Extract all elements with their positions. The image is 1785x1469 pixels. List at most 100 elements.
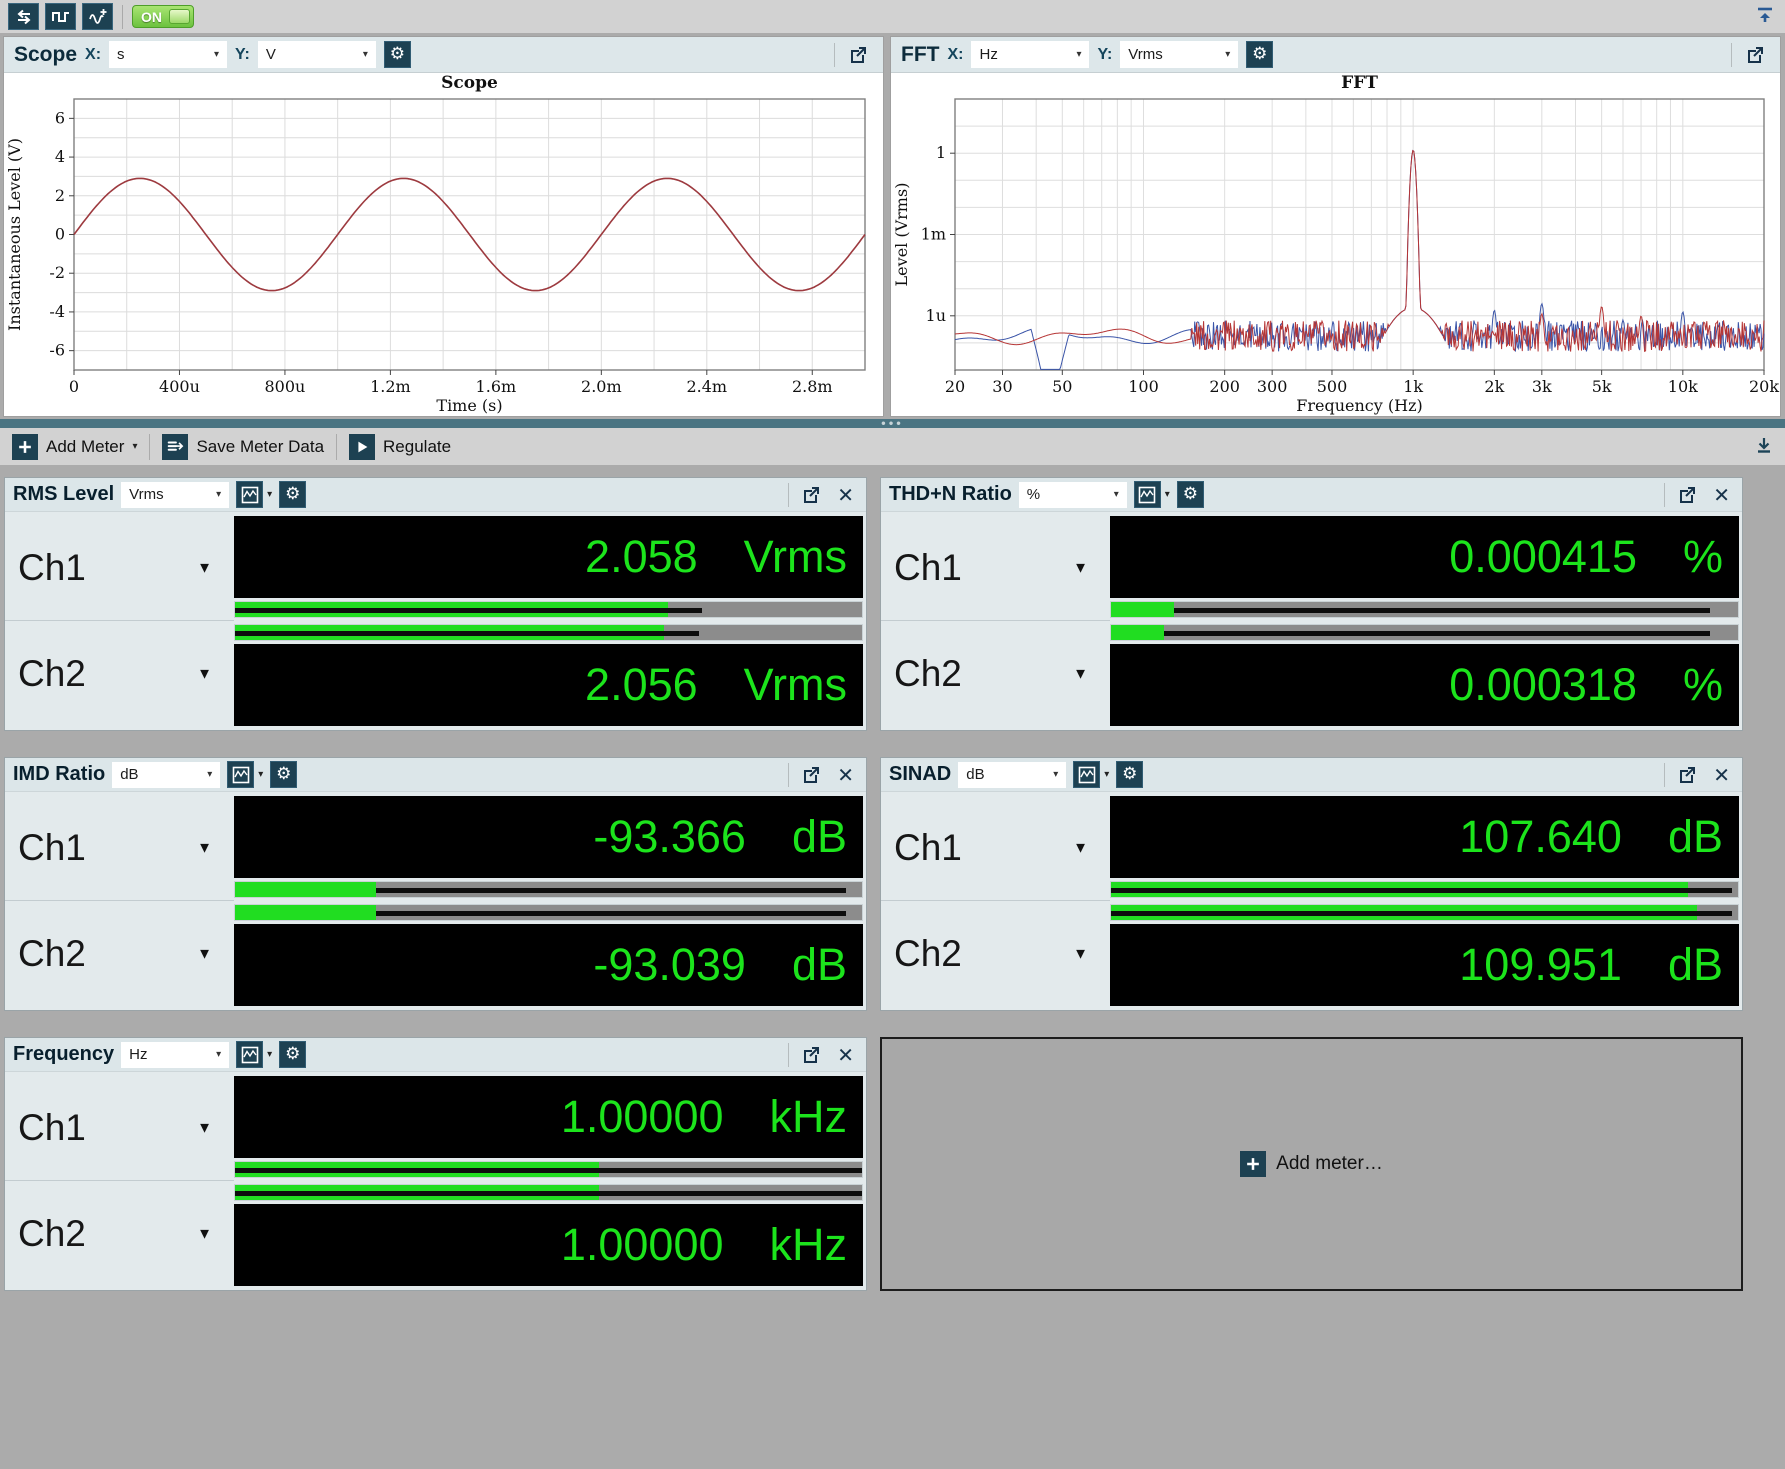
meter-settings-button[interactable]: ⚙ — [279, 481, 307, 508]
channel-2-selector[interactable]: Ch2 ▼ — [881, 901, 1110, 1006]
meter-unit-value: dB — [966, 766, 985, 783]
fft-chart: 20 30 50 100 200 300 500 1k 2k 3k 5k 10k 20k 1 1m 1u FFT… — [892, 73, 1779, 415]
channel-1-selector[interactable]: Ch1 ▼ — [881, 796, 1110, 901]
channel-2-unit: dB — [791, 939, 847, 990]
channel-1-selector[interactable]: Ch1 ▼ — [5, 516, 234, 621]
scope-popout-button[interactable] — [843, 44, 873, 66]
scope-x-unit-select[interactable]: s ▾ — [109, 41, 228, 68]
bar-peak-stripe — [235, 1191, 862, 1196]
svg-text:100: 100 — [1128, 377, 1159, 396]
scope-y-unit-select[interactable]: V ▾ — [257, 41, 376, 68]
on-off-toggle[interactable]: ON — [132, 5, 194, 28]
meter-body: Ch1 ▼ 0.000415 % Ch2 ▼ 0.000318 % — [881, 512, 1742, 730]
channel-1-display: 2.058 Vrms — [234, 516, 863, 598]
meter-chart-button[interactable] — [236, 1041, 264, 1068]
meter-title: SINAD — [889, 763, 952, 785]
meter-close-button[interactable]: ✕ — [833, 485, 858, 505]
meter-popout-button[interactable] — [1672, 764, 1702, 786]
add-meter-button[interactable]: Add Meter ▾ — [9, 433, 140, 460]
add-meter-placeholder[interactable]: Add meter… — [880, 1037, 1743, 1291]
bar-peak-stripe — [1164, 631, 1710, 636]
collapse-panel-button[interactable] — [1753, 3, 1777, 30]
fft-popout-button[interactable] — [1740, 44, 1770, 66]
meter-close-button[interactable]: ✕ — [833, 1045, 858, 1065]
channel-2-display: 2.056 Vrms — [234, 644, 863, 726]
meter-popout-button[interactable] — [796, 764, 826, 786]
meter-settings-button[interactable]: ⚙ — [1176, 481, 1204, 508]
channel-1-unit: Vrms — [743, 531, 847, 582]
gear-icon: ⚙ — [1122, 764, 1138, 784]
chart-options-arrow[interactable]: ▾ — [1104, 769, 1109, 780]
channel-1-selector[interactable]: Ch1 ▼ — [5, 1076, 234, 1181]
channel-2-display: 109.951 dB — [1110, 924, 1739, 1006]
popout-icon — [1680, 766, 1696, 783]
meter-settings-button[interactable]: ⚙ — [1116, 761, 1144, 788]
popout-icon — [804, 486, 820, 503]
meter-chart-button[interactable] — [1133, 481, 1161, 508]
meter-popout-button[interactable] — [796, 484, 826, 506]
add-meter-label: Add meter… — [1276, 1153, 1383, 1174]
popout-icon — [804, 1046, 820, 1063]
close-icon: ✕ — [1713, 482, 1730, 507]
svg-text:-2: -2 — [49, 263, 65, 282]
meter-chart-button[interactable] — [236, 481, 264, 508]
fft-x-unit-select[interactable]: Hz ▾ — [971, 41, 1090, 68]
svg-text:0: 0 — [69, 377, 79, 396]
chevron-down-icon: ▼ — [197, 945, 212, 962]
svg-text:2.4m: 2.4m — [686, 377, 727, 396]
chart-icon — [241, 486, 258, 503]
meter-chart-button[interactable] — [1073, 761, 1101, 788]
meter-chart-button[interactable] — [227, 761, 255, 788]
fft-plot-area[interactable]: 20 30 50 100 200 300 500 1k 2k 3k 5k 10k 20k 1 1m 1u FFT… — [891, 73, 1780, 416]
scope-settings-button[interactable]: ⚙ — [383, 41, 411, 68]
meter-body: Ch1 ▼ 2.058 Vrms Ch2 ▼ 2.056 Vrms — [5, 512, 866, 730]
meter-toolbar: Add Meter ▾ Save Meter Data Regulate — [0, 428, 1785, 465]
meter-unit-select[interactable]: Vrms ▾ — [121, 481, 230, 508]
channel-1-selector[interactable]: Ch1 ▼ — [5, 796, 234, 901]
channel-1-display: -93.366 dB — [234, 796, 863, 878]
chart-options-arrow[interactable]: ▾ — [267, 1049, 272, 1060]
horizontal-splitter[interactable]: ••• — [0, 416, 1785, 429]
meter-unit-select[interactable]: dB ▾ — [112, 761, 221, 788]
bar-fill — [1111, 602, 1174, 617]
chart-options-arrow[interactable]: ▾ — [258, 769, 263, 780]
header-divider — [1664, 762, 1666, 787]
io-routing-button[interactable] — [8, 3, 39, 30]
channel-1-level-bar — [1110, 881, 1739, 898]
bar-peak-stripe — [235, 631, 699, 636]
meter-settings-button[interactable]: ⚙ — [279, 1041, 307, 1068]
channel-1-unit: kHz — [769, 1091, 848, 1142]
export-meters-button[interactable] — [1752, 433, 1776, 460]
regulate-button[interactable]: Regulate — [346, 433, 454, 460]
meter-unit-select[interactable]: % ▾ — [1018, 481, 1127, 508]
channel-2-selector[interactable]: Ch2 ▼ — [881, 621, 1110, 726]
channel-2-selector[interactable]: Ch2 ▼ — [5, 621, 234, 726]
channel-2-selector[interactable]: Ch2 ▼ — [5, 1181, 234, 1286]
channel-1-value: 1.00000 — [560, 1091, 724, 1142]
meter-close-button[interactable]: ✕ — [1709, 765, 1734, 785]
add-signal-button[interactable] — [82, 3, 113, 30]
channel-1-label: Ch1 — [18, 827, 86, 868]
chart-options-arrow[interactable]: ▾ — [267, 489, 272, 500]
meter-settings-button[interactable]: ⚙ — [270, 761, 298, 788]
meter-popout-button[interactable] — [1672, 484, 1702, 506]
generator-button[interactable] — [45, 3, 76, 30]
channel-2-selector[interactable]: Ch2 ▼ — [5, 901, 234, 1006]
meter-close-button[interactable]: ✕ — [1709, 485, 1734, 505]
meter-unit-select[interactable]: dB ▾ — [958, 761, 1067, 788]
chevron-down-icon: ▼ — [197, 665, 212, 682]
meter-close-button[interactable]: ✕ — [833, 765, 858, 785]
channel-1-selector[interactable]: Ch1 ▼ — [881, 516, 1110, 621]
scope-x-unit-value: s — [117, 46, 125, 63]
meter-unit-select[interactable]: Hz ▾ — [121, 1041, 230, 1068]
gear-icon: ⚙ — [389, 44, 405, 64]
channel-1-unit: dB — [1667, 811, 1723, 862]
svg-text:3k: 3k — [1532, 377, 1552, 396]
fft-settings-button[interactable]: ⚙ — [1246, 41, 1274, 68]
collapse-up-icon — [1758, 7, 1772, 22]
fft-y-unit-select[interactable]: Vrms ▾ — [1120, 41, 1239, 68]
scope-plot-area[interactable]: 0 400u 800u 1.2m 1.6m 2.0m 2.4m 2.8m 6 4 2 0 -2 -4 -6 S… — [4, 73, 883, 416]
chart-options-arrow[interactable]: ▾ — [1165, 489, 1170, 500]
meter-popout-button[interactable] — [796, 1044, 826, 1066]
save-meter-data-button[interactable]: Save Meter Data — [159, 433, 327, 460]
